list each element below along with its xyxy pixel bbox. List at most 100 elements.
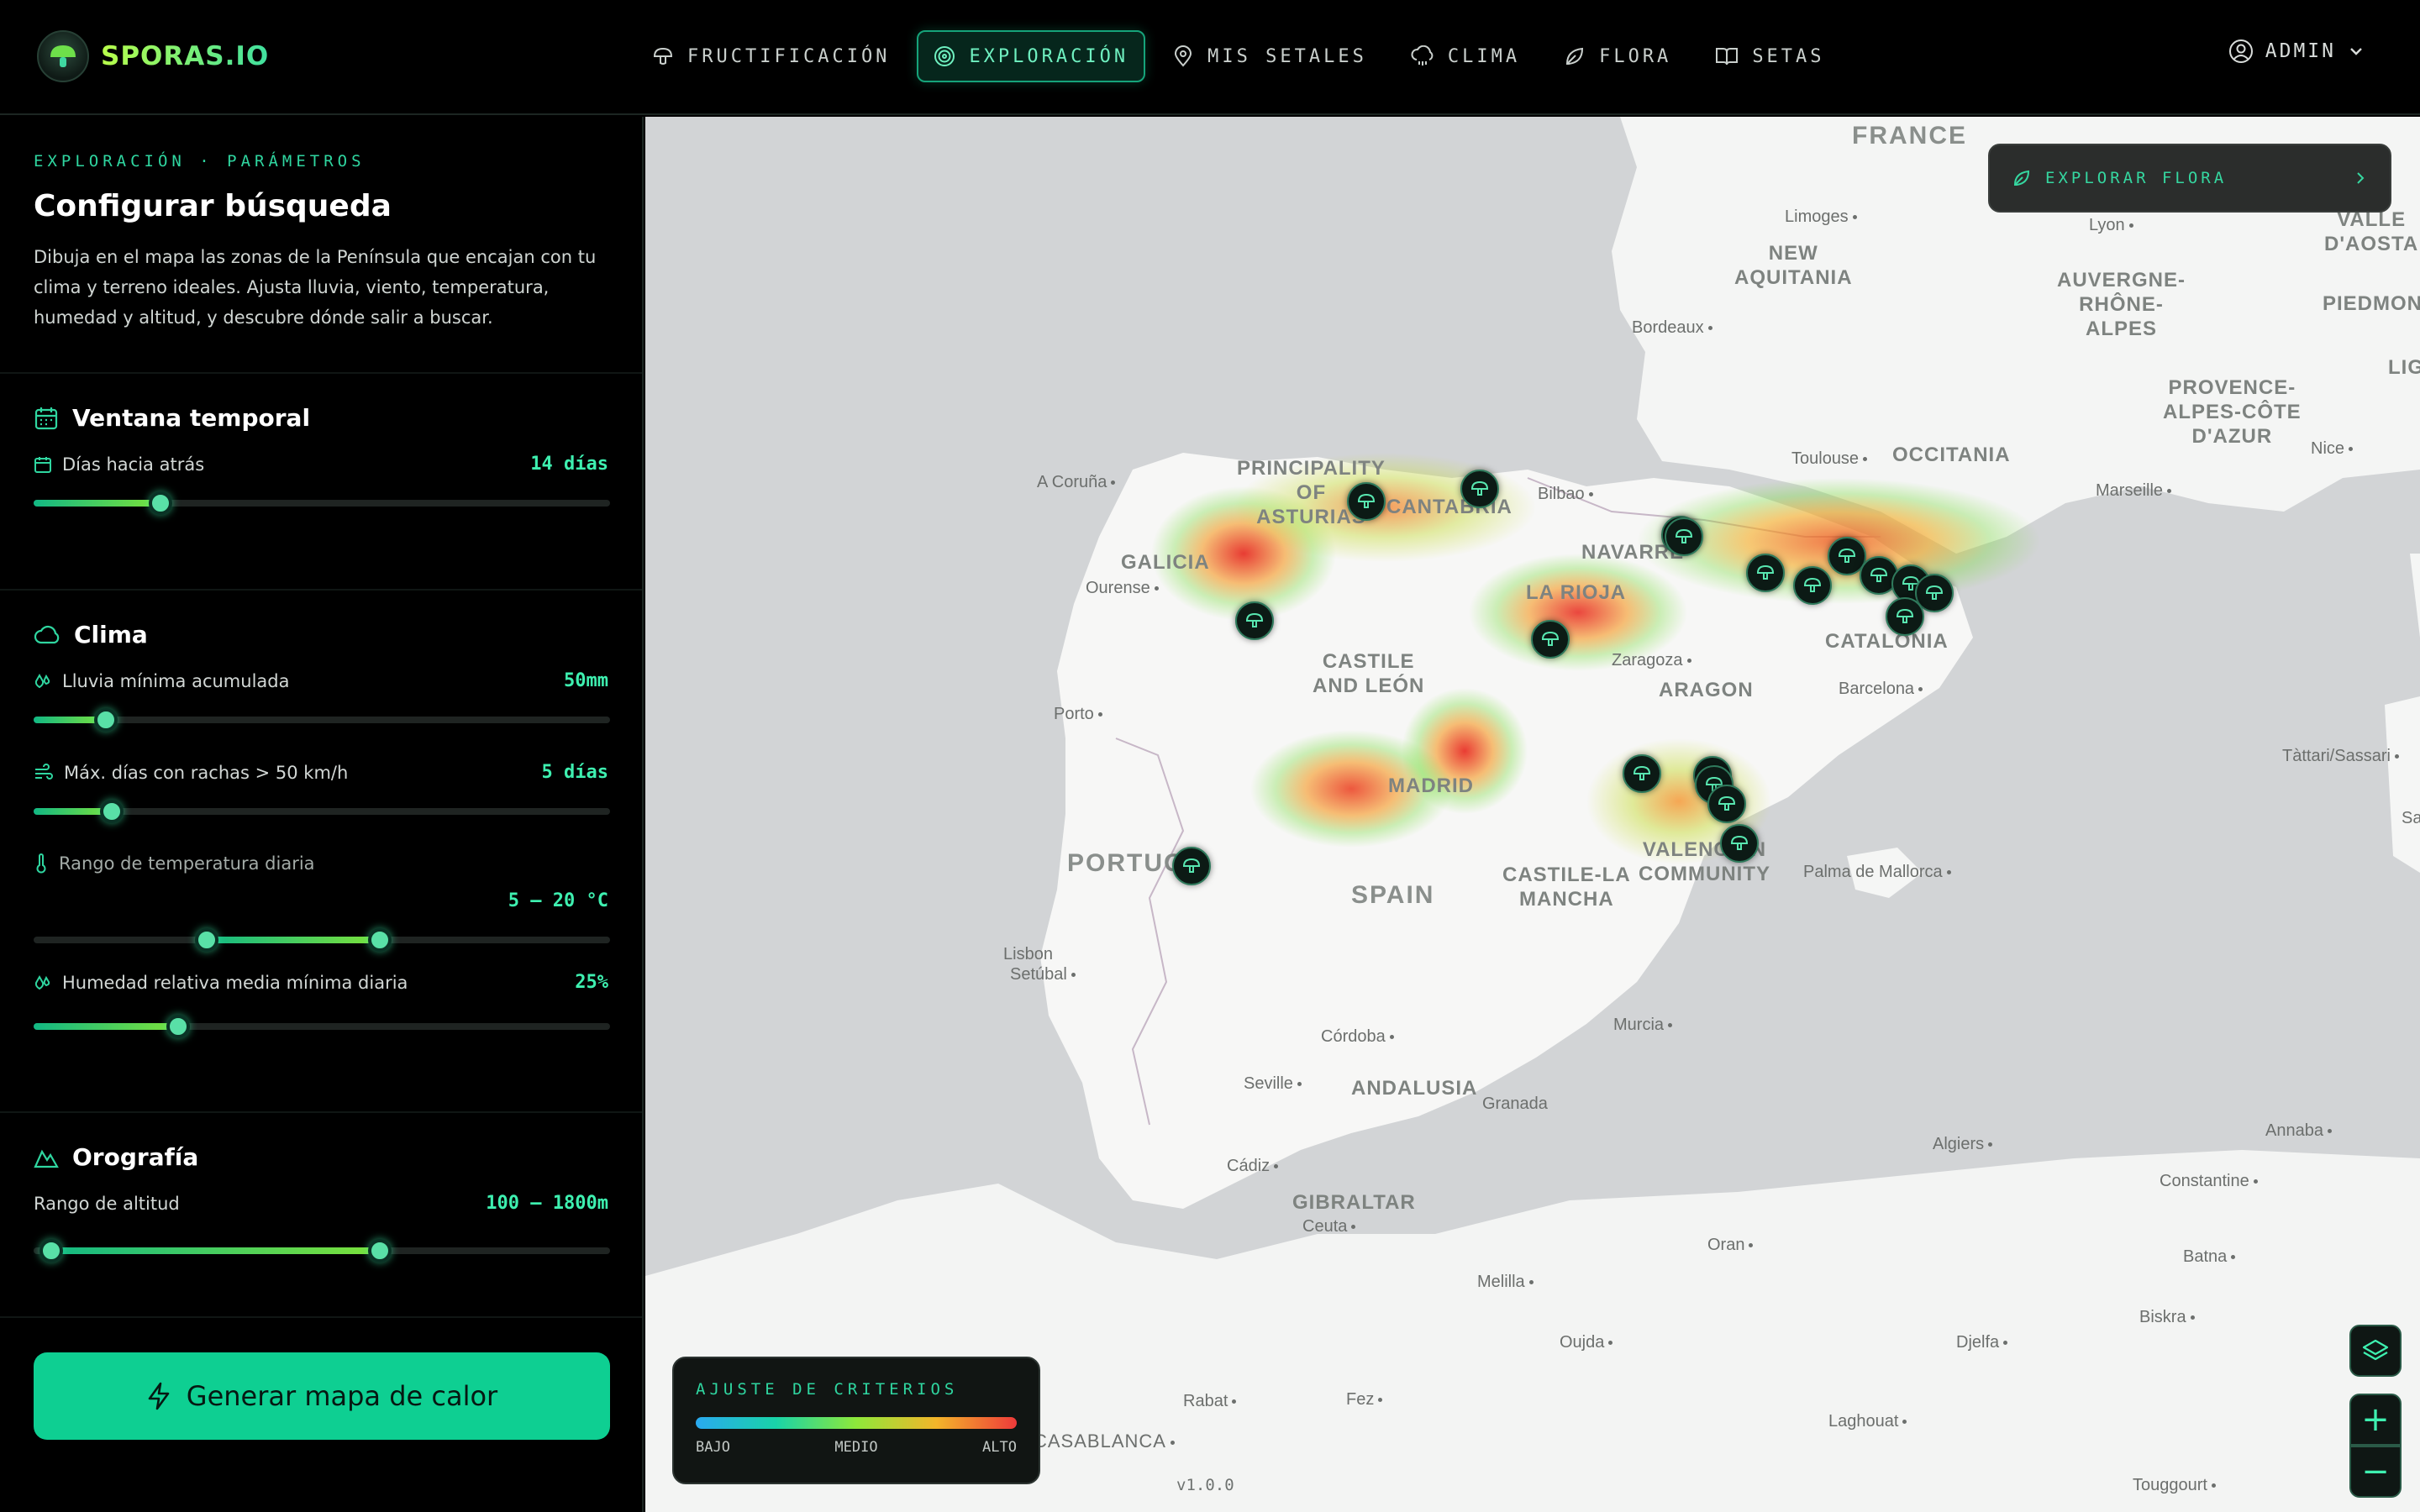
nav-setas[interactable]: SETAS [1698,30,1841,82]
nav-mis-setales[interactable]: MIS SETALES [1155,30,1384,82]
droplets-icon [34,974,50,990]
map-label: Laghouat [1828,1412,1907,1431]
map-label: Rabat [1183,1392,1236,1411]
altitud-min-thumb[interactable] [39,1239,63,1263]
seta-marker[interactable] [1347,482,1386,521]
temperatura-label: Rango de temperatura diaria [59,853,315,874]
sidebar-eyebrow: EXPLORACIÓN · PARÁMETROS [34,152,366,171]
altitud-max-thumb[interactable] [367,1239,392,1263]
map-label: Zaragoza [1612,651,1691,670]
nav-exploracion[interactable]: EXPLORACIÓN [917,30,1146,82]
map-label: Algiers [1933,1135,1992,1154]
map-label: LA RIOJA [1526,581,1627,604]
seta-marker[interactable] [1531,620,1570,659]
calendar-small-icon [34,456,51,473]
seta-marker[interactable] [1720,824,1759,863]
map-label: Lisbon [1003,945,1053,963]
map-label: Córdoba [1321,1027,1394,1047]
lightning-icon [148,1382,170,1410]
mushroom-icon [1182,858,1201,873]
seta-marker[interactable] [1707,785,1746,823]
nav-clima[interactable]: CLIMA [1394,30,1537,82]
viento-slider-thumb[interactable] [99,800,124,823]
map-label: Cádiz [1227,1157,1278,1176]
viento-slider[interactable] [34,800,610,823]
altitud-range-slider[interactable] [34,1239,610,1263]
nav-fructificacion[interactable]: FRUCTIFICACIÓN [635,30,907,82]
cloud-icon [34,625,60,643]
mushroom-icon [1633,765,1651,780]
seta-marker[interactable] [1746,554,1785,592]
temperatura-row: Rango de temperatura diaria [34,853,608,874]
map-label: Sa [2402,809,2420,827]
temperatura-range-slider[interactable] [34,928,610,952]
map-label: Biskra [2139,1308,2195,1327]
mushroom-icon [1357,493,1376,508]
zoom-out-button[interactable]: − [2349,1446,2402,1498]
mushroom-icon [653,47,673,65]
book-icon [1716,48,1739,66]
seta-marker[interactable] [1665,517,1703,556]
lluvia-slider[interactable] [34,708,610,732]
nav-flora[interactable]: FLORA [1547,30,1688,82]
user-menu[interactable]: ADMIN [2228,39,2365,64]
dias-slider[interactable] [34,491,610,515]
viento-value: 5 días [541,762,608,783]
map-label: VALLE D'AOSTA [2324,208,2419,255]
leaf-icon [1566,47,1584,65]
map-label: Fez [1346,1390,1382,1410]
explore-flora-button[interactable]: EXPLORAR FLORA [1988,144,2391,213]
mushroom-icon [1730,835,1749,850]
map-label: Ceuta [1302,1217,1355,1236]
brand-logo[interactable]: SPORAS.IO [37,30,269,82]
map-label: Djelfa [1956,1333,2007,1352]
legend-high: ALTO [982,1439,1017,1456]
section-title-orografia: Orografía [34,1113,608,1171]
generate-heatmap-button[interactable]: Generar mapa de calor [34,1352,610,1440]
target-icon [934,46,955,66]
leaf-icon [2013,170,2030,186]
chevron-down-icon [2350,48,2362,55]
seta-marker[interactable] [1793,566,1832,605]
zoom-in-button[interactable]: + [2349,1394,2402,1446]
temperatura-value: 5 – 20 °C [508,890,608,911]
map-label: SPAIN [1351,881,1435,909]
mushroom-icon [1896,608,1914,623]
mushroom-logo-icon [37,30,89,82]
map-label: CASTILE AND LEÓN [1313,650,1425,697]
map-canvas[interactable]: FRANCE SPAIN PORTUG NEW AQUITANIA OCCITA… [645,117,2420,1512]
map-label: Lyon [2089,216,2133,235]
layers-button[interactable] [2349,1325,2402,1377]
map-label: PIEDMONT [2323,292,2420,315]
seta-marker[interactable] [1235,601,1274,640]
seta-marker[interactable] [1886,597,1924,636]
brand-name: SPORAS.IO [101,41,270,71]
seta-marker[interactable] [1172,847,1211,885]
humedad-slider-thumb[interactable] [166,1015,190,1038]
map-label: Murcia [1613,1016,1672,1035]
lluvia-slider-thumb[interactable] [93,708,118,732]
mushroom-icon [1541,631,1560,646]
wind-icon [35,763,53,780]
map-label: Barcelona [1839,680,1923,699]
map-label: Nice [2311,439,2353,459]
map-label: Porto [1054,705,1102,724]
humedad-slider[interactable] [34,1015,610,1038]
droplets-icon [34,673,50,688]
mountain-icon [34,1149,59,1168]
temperatura-min-thumb[interactable] [194,928,218,952]
map-label: Limoges [1785,207,1857,227]
version-label: v1.0.0 [1176,1476,1234,1494]
dias-slider-fill [34,500,160,507]
dias-row: Días hacia atrás 14 días [34,454,608,475]
humedad-value: 25% [575,972,608,993]
seta-marker[interactable] [1623,754,1661,793]
seta-marker[interactable] [1460,470,1499,508]
temperatura-max-thumb[interactable] [367,928,392,952]
dias-slider-thumb[interactable] [148,491,172,515]
mushroom-icon [1925,585,1944,600]
map-label: ARAGON [1659,679,1754,701]
map-label: FRANCE [1852,122,1967,150]
thermometer-icon [36,853,46,874]
altitud-value: 100 – 1800m [486,1193,608,1214]
